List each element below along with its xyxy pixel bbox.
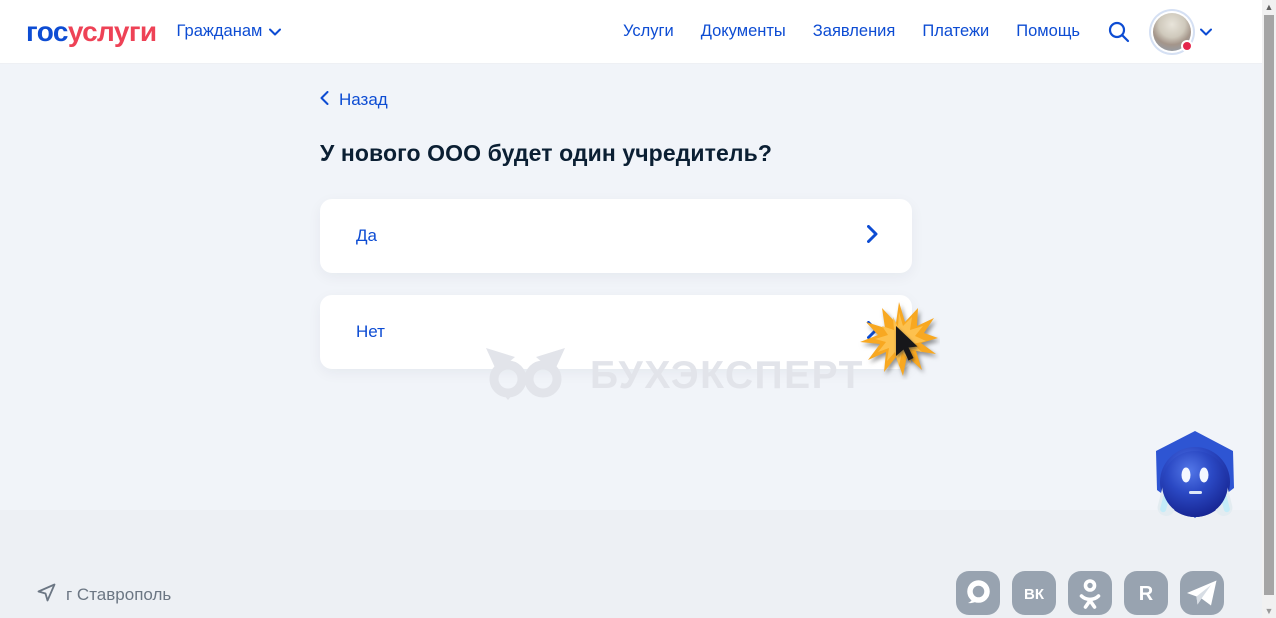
nav-item-uslugi[interactable]: Услуги: [623, 22, 674, 41]
page-footer: г Ставрополь ВК R: [0, 510, 1262, 618]
vk-icon[interactable]: ВК: [1012, 571, 1056, 615]
nav-item-pomosch[interactable]: Помощь: [1016, 22, 1080, 41]
messenger-icon[interactable]: [956, 571, 1000, 615]
audience-label: Гражданам: [176, 22, 263, 40]
search-icon[interactable]: [1107, 20, 1131, 44]
telegram-icon[interactable]: [1180, 571, 1224, 615]
top-header: госуслуги Гражданам Услуги Документы Зая…: [0, 0, 1262, 64]
scroll-up-arrow[interactable]: ▲: [1262, 0, 1276, 14]
location-label: г Ставрополь: [66, 585, 172, 604]
main-nav: Услуги Документы Заявления Платежи Помощ…: [623, 22, 1080, 41]
audience-selector[interactable]: Гражданам: [177, 22, 282, 41]
ok-icon[interactable]: [1068, 571, 1112, 615]
chevron-right-icon: [867, 224, 878, 248]
chevron-left-icon: [320, 90, 329, 110]
vertical-scrollbar[interactable]: ▲ ▼: [1262, 0, 1276, 618]
nav-item-dokumenty[interactable]: Документы: [701, 22, 786, 41]
notification-dot: [1181, 39, 1193, 52]
rutube-icon[interactable]: R: [1124, 571, 1168, 615]
chevron-right-icon: [867, 320, 878, 344]
nav-item-platezhi[interactable]: Платежи: [922, 22, 989, 41]
nav-item-zayavleniya[interactable]: Заявления: [813, 22, 896, 41]
location-arrow-icon: [36, 582, 57, 608]
chevron-down-icon: [269, 23, 282, 41]
logo-text-blue: гос: [26, 15, 68, 47]
option-card-yes[interactable]: Да: [320, 199, 912, 273]
social-links: ВК R: [956, 571, 1224, 615]
profile-menu[interactable]: [1153, 12, 1212, 52]
option-card-no[interactable]: Нет: [320, 295, 912, 369]
back-button[interactable]: Назад: [320, 90, 388, 110]
scroll-down-arrow[interactable]: ▼: [1262, 604, 1276, 618]
page-title: У нового ООО будет один учредитель?: [320, 140, 773, 166]
option-label: Да: [356, 226, 377, 245]
vk-label: ВК: [1024, 586, 1045, 603]
gosuslugi-logo[interactable]: госуслуги: [26, 16, 157, 48]
rutube-label: R: [1139, 583, 1154, 605]
option-label: Нет: [356, 322, 385, 341]
robot-assistant-icon[interactable]: [1148, 430, 1242, 522]
scrollbar-thumb[interactable]: [1264, 15, 1274, 595]
chevron-down-icon: [1200, 23, 1212, 41]
logo-text-red: услуги: [67, 15, 157, 47]
location-selector[interactable]: г Ставрополь: [36, 582, 171, 608]
main-area: Назад У нового ООО будет один учредитель…: [0, 64, 1262, 518]
back-label: Назад: [339, 90, 388, 109]
